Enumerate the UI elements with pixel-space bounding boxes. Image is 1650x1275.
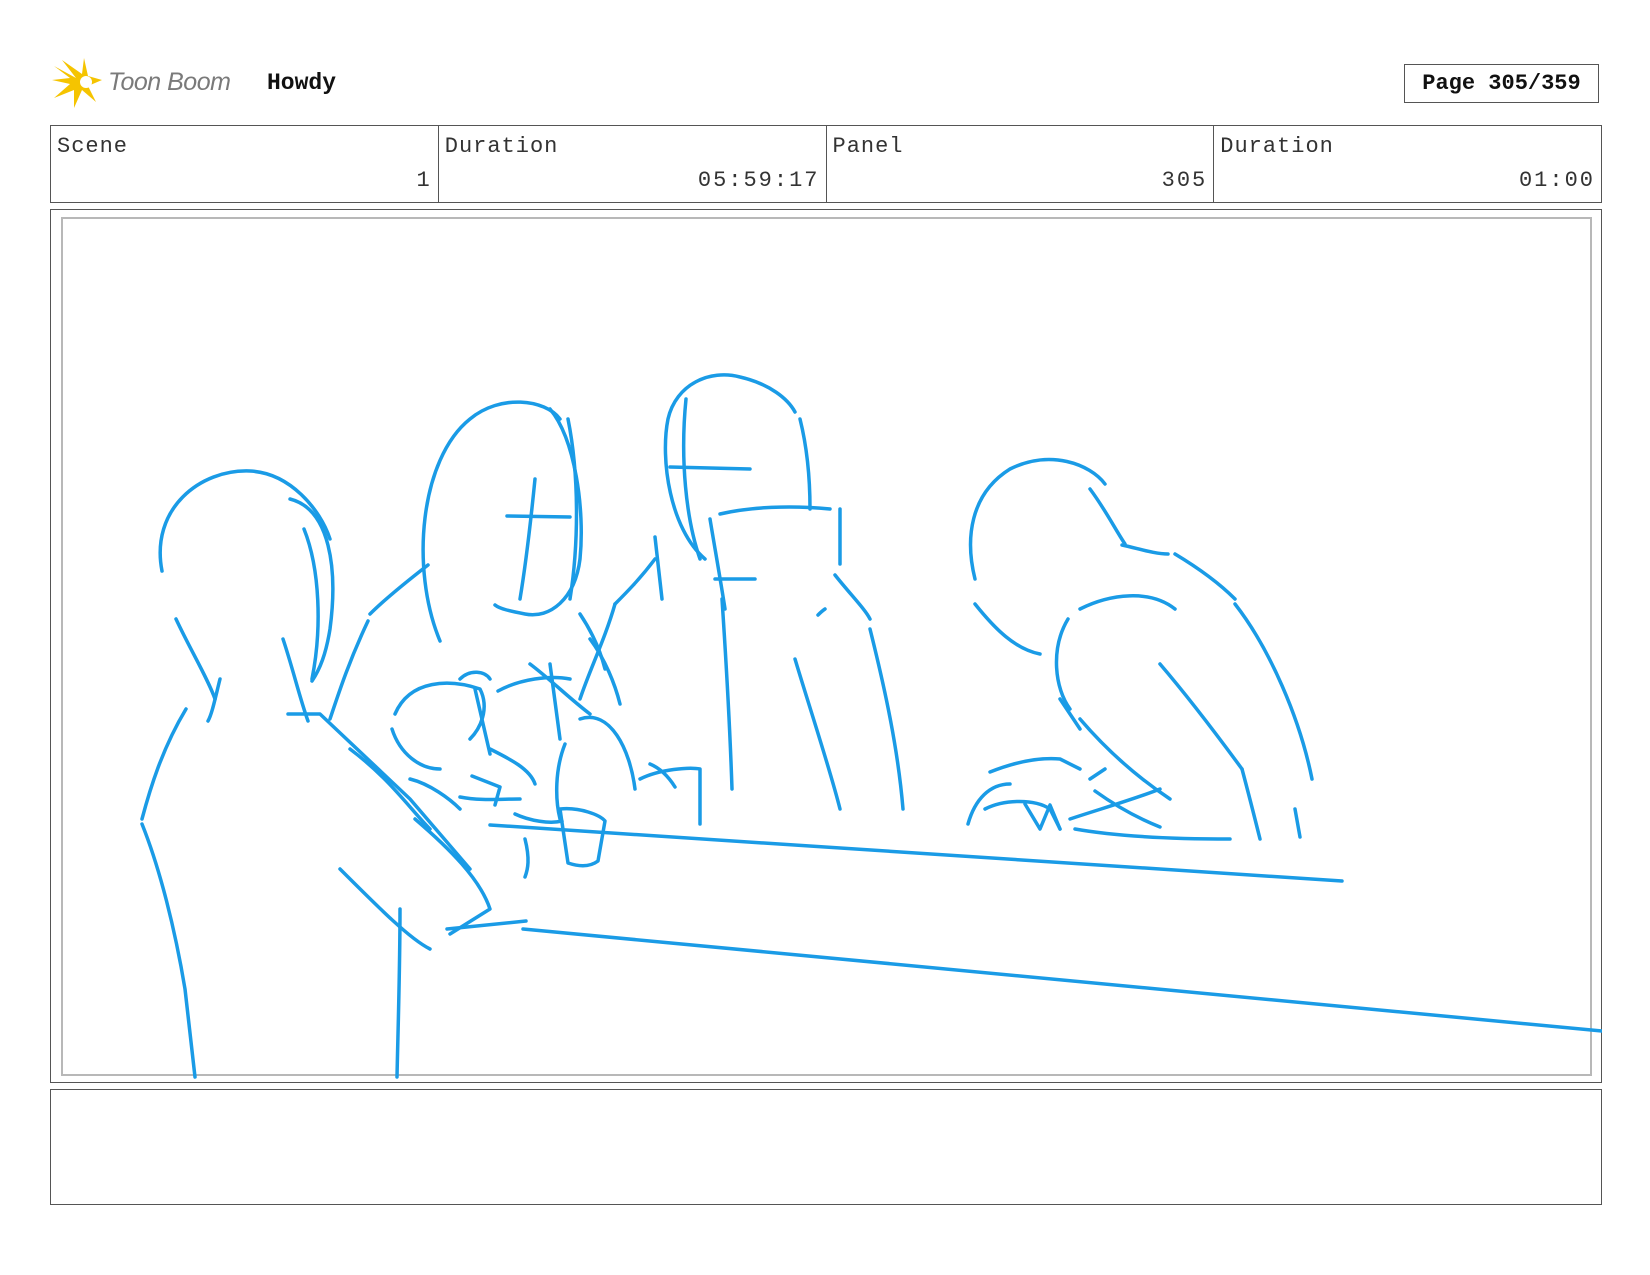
panel-cell: Panel 305 <box>825 126 1214 202</box>
page-counter: Page 305/359 <box>1404 64 1599 103</box>
project-title: Howdy <box>267 70 337 96</box>
scene-duration-label: Duration <box>444 134 559 159</box>
scene-label: Scene <box>57 134 129 159</box>
panel-duration-label: Duration <box>1220 134 1334 159</box>
person-1-sketch <box>140 469 492 1079</box>
panel-duration-value: 01:00 <box>1518 168 1595 193</box>
panel-value: 305 <box>1161 168 1208 193</box>
starburst-icon <box>52 58 102 108</box>
panel-notes-box <box>50 1089 1602 1205</box>
logo-text: Toon Boom <box>108 68 231 96</box>
person-2-sketch <box>328 400 622 811</box>
person-3-sketch <box>554 373 905 826</box>
panel-info-bar: Scene 1 Duration 05:59:17 Panel 305 Dura… <box>50 125 1602 203</box>
scene-duration-cell: Duration 05:59:17 <box>437 126 826 202</box>
panel-duration-cell: Duration 01:00 <box>1213 126 1601 202</box>
scene-duration-value: 05:59:17 <box>697 168 820 193</box>
panel-label: Panel <box>832 134 904 159</box>
person-4-sketch <box>966 457 1314 841</box>
counter-back-edge <box>488 823 1344 883</box>
counter-front-edge <box>521 927 1602 1033</box>
scene-cell: Scene 1 <box>51 126 438 202</box>
scene-value: 1 <box>416 168 432 193</box>
storyboard-sketch <box>140 373 1602 1079</box>
toon-boom-logo: Toon Boom <box>52 58 252 108</box>
